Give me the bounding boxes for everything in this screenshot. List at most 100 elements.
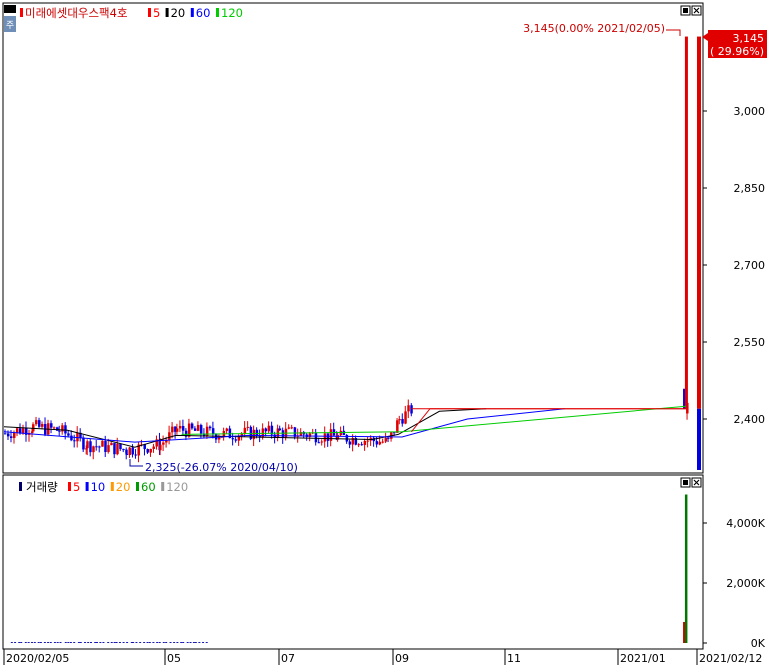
volume-bar bbox=[143, 642, 146, 643]
candle bbox=[357, 444, 361, 446]
volume-bar bbox=[202, 642, 205, 643]
candle bbox=[61, 425, 64, 432]
candle bbox=[168, 432, 171, 441]
candle bbox=[50, 423, 53, 428]
volume-bar bbox=[148, 642, 151, 643]
candle bbox=[16, 428, 19, 433]
candle bbox=[246, 426, 250, 428]
price-chart-title: 미래에셋대우스팩4호 bbox=[25, 6, 128, 20]
restore-icon[interactable] bbox=[683, 8, 688, 13]
volume-bar bbox=[14, 642, 17, 643]
candle bbox=[410, 405, 413, 414]
candle bbox=[35, 420, 38, 425]
panel-menu-icon[interactable] bbox=[4, 5, 16, 13]
volume-bar bbox=[20, 642, 23, 643]
volume-bar bbox=[139, 642, 142, 643]
candle bbox=[104, 440, 107, 452]
volume-bar bbox=[189, 642, 192, 643]
candle bbox=[4, 433, 7, 435]
candle bbox=[175, 428, 179, 432]
candle bbox=[234, 439, 238, 441]
volume-bar bbox=[94, 642, 97, 643]
candle bbox=[278, 428, 282, 431]
volume-bar bbox=[126, 642, 129, 643]
candle bbox=[243, 427, 247, 434]
volume-bar bbox=[30, 642, 33, 643]
candle bbox=[387, 437, 390, 439]
volume-bar bbox=[37, 642, 40, 643]
restore-icon[interactable] bbox=[683, 480, 688, 485]
candle bbox=[208, 426, 212, 429]
legend-marker bbox=[148, 8, 151, 17]
candle bbox=[348, 441, 352, 445]
volume-y-axis: 4,000K 2,000K 0K bbox=[703, 517, 766, 650]
legend-label: 120 bbox=[221, 6, 243, 20]
candle bbox=[82, 437, 85, 450]
low-annotation: 2,325(-26.07% 2020/04/10) bbox=[145, 461, 298, 474]
volume-bar bbox=[33, 642, 36, 643]
candle bbox=[326, 433, 330, 441]
volume-bar bbox=[198, 642, 201, 643]
candle bbox=[211, 428, 215, 435]
candle bbox=[64, 425, 67, 434]
volume-bar bbox=[132, 642, 135, 643]
candle bbox=[38, 420, 41, 427]
x-tick-label: 07 bbox=[281, 652, 295, 665]
volume-bar bbox=[158, 642, 161, 643]
high-annotation: 3,145(0.00% 2021/02/05) bbox=[523, 22, 665, 35]
candle bbox=[131, 447, 134, 455]
volume-bar bbox=[18, 642, 21, 643]
volume-bar bbox=[135, 642, 138, 643]
candle bbox=[125, 453, 128, 456]
candle bbox=[152, 446, 155, 449]
y-tick-label: 3,000 bbox=[734, 105, 766, 118]
candle bbox=[317, 442, 321, 444]
y-tick-label: 4,000K bbox=[726, 517, 765, 530]
y-tick-label: 2,700 bbox=[734, 259, 766, 272]
candle bbox=[159, 444, 162, 451]
candle bbox=[190, 423, 194, 429]
candle bbox=[196, 424, 200, 431]
last-change-label: ( 29.96%) bbox=[710, 45, 764, 58]
candle bbox=[107, 445, 110, 452]
candle bbox=[217, 437, 221, 440]
volume-bar bbox=[146, 642, 149, 643]
candle bbox=[320, 441, 324, 443]
candle bbox=[384, 437, 388, 442]
candle bbox=[360, 444, 364, 446]
volume-bar bbox=[165, 642, 168, 643]
volume-bar bbox=[118, 642, 121, 643]
candle bbox=[171, 426, 174, 433]
y-tick-label: 2,550 bbox=[734, 336, 766, 349]
y-tick-label: 0K bbox=[751, 637, 766, 650]
volume-bar bbox=[95, 642, 98, 643]
candle bbox=[264, 428, 268, 432]
volume-bar bbox=[194, 642, 197, 643]
chart-toggle-glyph: 주 bbox=[6, 20, 14, 31]
candle bbox=[225, 428, 229, 431]
legend-marker bbox=[216, 8, 219, 17]
candle bbox=[73, 440, 76, 442]
candle bbox=[323, 433, 327, 442]
legend-marker bbox=[136, 482, 139, 491]
candle bbox=[7, 433, 10, 437]
candle bbox=[375, 441, 379, 445]
candle bbox=[398, 419, 401, 421]
y-tick-label: 2,850 bbox=[734, 182, 766, 195]
volume-bar bbox=[67, 642, 70, 643]
volume-bar bbox=[99, 642, 102, 643]
candle bbox=[86, 441, 89, 449]
price-panel-frame bbox=[2, 2, 704, 474]
volume-bar bbox=[182, 642, 185, 643]
x-tick-label: 05 bbox=[167, 652, 181, 665]
volume-bar bbox=[84, 642, 87, 643]
volume-bar bbox=[56, 642, 59, 643]
candle bbox=[378, 441, 382, 445]
candle bbox=[181, 425, 185, 431]
candle bbox=[697, 36, 701, 409]
x-tick-label: 11 bbox=[507, 652, 521, 665]
volume-bar bbox=[27, 642, 30, 643]
volume-bar bbox=[162, 642, 165, 643]
volume-bar bbox=[89, 642, 92, 643]
candle bbox=[41, 424, 44, 427]
